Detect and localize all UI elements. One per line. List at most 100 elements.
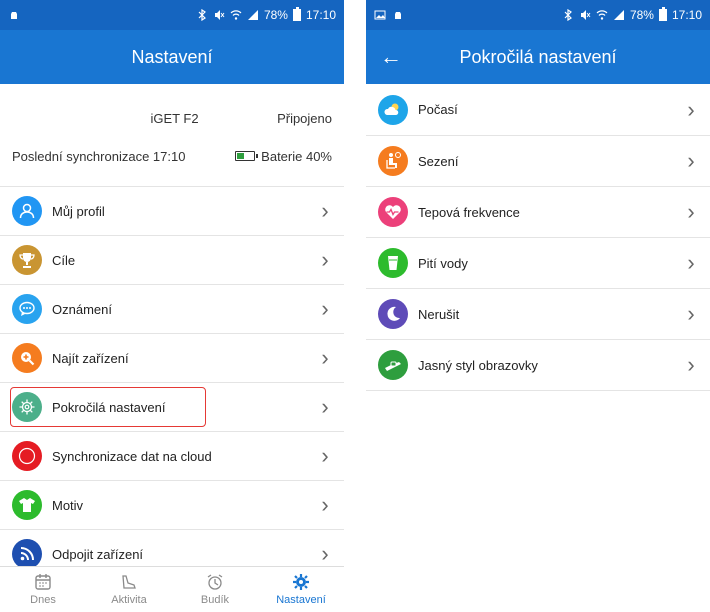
heart-rate-icon xyxy=(378,197,408,227)
signal-icon xyxy=(247,10,258,20)
mute-icon xyxy=(214,10,225,20)
menu-item-heart-rate[interactable]: Tepová frekvence › xyxy=(366,186,710,237)
connection-status: Připojeno xyxy=(277,110,332,126)
menu-item-label: Odpojit zařízení xyxy=(52,546,144,562)
chevron-right-icon: › xyxy=(687,96,695,122)
menu-item-weather[interactable]: Počasí › xyxy=(366,84,710,135)
chevron-right-icon: › xyxy=(321,541,329,566)
android-debug-icon xyxy=(11,12,17,19)
tab-label: Budík xyxy=(200,594,230,606)
menu-item-label: Cíle xyxy=(52,252,76,268)
menu-item-person[interactable]: Můj profil › xyxy=(0,186,344,235)
sync-row: Poslední synchronizace 17:10 Baterie 40% xyxy=(0,140,344,172)
gear-icon xyxy=(12,392,42,422)
battery-percent: 78% xyxy=(263,8,288,22)
menu-item-chat-bubble[interactable]: Oznámení › xyxy=(0,284,344,333)
person-icon xyxy=(12,196,42,226)
menu-item-moon[interactable]: Nerušit › xyxy=(366,288,710,339)
gear-icon xyxy=(293,574,309,590)
battery-icon xyxy=(292,7,301,21)
menu-item-record[interactable]: Synchronizace dat na cloud › xyxy=(0,431,344,480)
menu-item-sitting[interactable]: Sezení › xyxy=(366,135,710,186)
menu-item-label: Jasný styl obrazovky xyxy=(418,357,538,373)
wrist-icon xyxy=(378,350,408,380)
divider xyxy=(366,390,710,391)
calendar-icon xyxy=(35,574,51,590)
search-plus-icon xyxy=(12,343,42,373)
menu-item-wrist[interactable]: Jasný styl obrazovky › xyxy=(366,339,710,390)
weather-icon xyxy=(378,94,408,125)
chevron-right-icon: › xyxy=(687,148,695,173)
settings-screen: 78% 17:10 Nastavení iGET F2 Připojeno Po… xyxy=(0,0,344,612)
menu-item-label: Najít zařízení xyxy=(52,350,129,366)
back-arrow-icon[interactable]: ← xyxy=(380,30,402,84)
page-title: Nastavení xyxy=(131,46,213,67)
chevron-right-icon: › xyxy=(687,199,695,224)
chevron-right-icon: › xyxy=(321,394,329,419)
record-icon xyxy=(12,441,42,471)
clock: 17:10 xyxy=(305,8,336,22)
moon-icon xyxy=(378,299,408,329)
chat-bubble-icon xyxy=(12,294,42,324)
mute-icon xyxy=(580,10,591,20)
advanced-settings-screen: 78% 17:10 ← Pokročilá nastavení Počasí › S… xyxy=(366,0,710,612)
menu-item-search-plus[interactable]: Najít zařízení › xyxy=(0,333,344,382)
menu-item-label: Pití vody xyxy=(418,255,468,271)
menu-item-water-glass[interactable]: Pití vody › xyxy=(366,237,710,288)
menu-item-gear[interactable]: Pokročilá nastavení › xyxy=(0,382,344,431)
status-bar: 78% 17:10 xyxy=(366,0,710,30)
menu-item-label: Můj profil xyxy=(52,203,105,219)
last-sync-label: Poslední synchronizace 17:10 xyxy=(12,148,186,164)
signal-icon xyxy=(613,10,624,20)
tab-label: Nastavení xyxy=(276,594,326,606)
wifi-icon xyxy=(596,10,608,20)
wifi-icon xyxy=(230,10,242,20)
chevron-right-icon: › xyxy=(321,443,329,468)
menu-item-label: Sezení xyxy=(418,153,459,169)
tab-nastaveni[interactable]: Nastavení xyxy=(258,567,344,612)
menu-item-label: Nerušit xyxy=(418,306,460,322)
menu-item-trophy[interactable]: Cíle › xyxy=(0,235,344,284)
chevron-right-icon: › xyxy=(321,296,329,321)
battery-percent: 78% xyxy=(629,8,654,22)
page-title: Pokročilá nastavení xyxy=(459,46,617,67)
chevron-right-icon: › xyxy=(321,345,329,370)
chevron-right-icon: › xyxy=(321,492,329,517)
alarm-clock-icon xyxy=(207,574,223,590)
battery-icon xyxy=(658,7,667,21)
clock: 17:10 xyxy=(671,8,702,22)
shoe-icon xyxy=(122,575,136,589)
bluetooth-icon xyxy=(564,9,572,21)
app-bar: ← Pokročilá nastavení xyxy=(366,30,710,84)
bottom-nav: Dnes Aktivita Budík Nastavení xyxy=(0,566,344,612)
android-debug-icon xyxy=(395,12,401,19)
trophy-icon xyxy=(12,245,42,275)
tab-aktivita[interactable]: Aktivita xyxy=(86,567,172,612)
device-row: iGET F2 Připojeno xyxy=(0,96,344,140)
rss-icon xyxy=(12,539,42,569)
chevron-right-icon: › xyxy=(687,301,695,326)
menu-item-tshirt[interactable]: Motiv › xyxy=(0,480,344,529)
menu-item-label: Synchronizace dat na cloud xyxy=(52,448,212,464)
menu-item-label: Motiv xyxy=(52,497,84,513)
device-battery-icon xyxy=(235,151,259,161)
chevron-right-icon: › xyxy=(321,198,329,223)
app-bar: Nastavení xyxy=(0,30,344,84)
sitting-icon xyxy=(378,146,408,176)
chevron-right-icon: › xyxy=(321,247,329,272)
menu-item-label: Počasí xyxy=(418,102,458,117)
chevron-right-icon: › xyxy=(687,352,695,377)
device-name: iGET F2 xyxy=(150,110,199,126)
tab-dnes[interactable]: Dnes xyxy=(0,567,86,612)
menu-item-label: Oznámení xyxy=(52,301,112,317)
bluetooth-icon xyxy=(198,9,206,21)
menu-item-label: Pokročilá nastavení xyxy=(52,399,166,415)
tab-budik[interactable]: Budík xyxy=(172,567,258,612)
water-glass-icon xyxy=(378,248,408,278)
tab-label: Dnes xyxy=(30,594,56,606)
device-battery-label: Baterie 40% xyxy=(261,148,332,164)
gallery-icon xyxy=(374,10,386,20)
tshirt-icon xyxy=(12,490,42,520)
tab-label: Aktivita xyxy=(111,594,147,606)
status-bar: 78% 17:10 xyxy=(0,0,344,30)
